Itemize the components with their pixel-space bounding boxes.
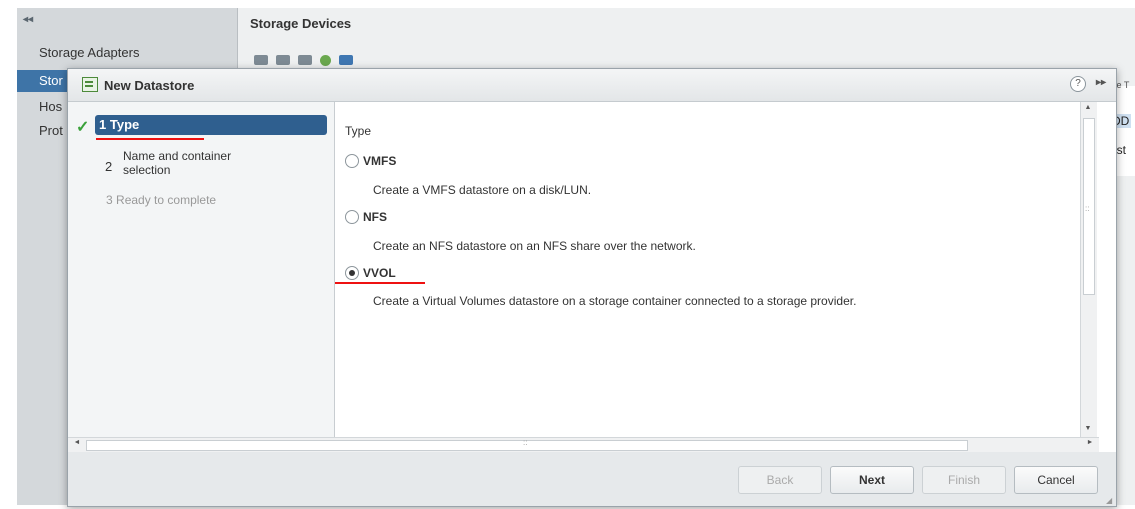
radio-vvol[interactable] bbox=[345, 266, 359, 280]
radio-vmfs[interactable] bbox=[345, 154, 359, 168]
option-description: Create a Virtual Volumes datastore on a … bbox=[373, 294, 857, 308]
wizard-steps-panel: ✓ 1 Type 2 Name and container selection … bbox=[68, 102, 335, 437]
step-label-line: selection bbox=[123, 163, 171, 177]
step-ready-to-complete: 3 Ready to complete bbox=[106, 193, 216, 207]
dialog-titlebar[interactable]: New Datastore ? ▸▸ bbox=[68, 69, 1116, 102]
dialog-title: New Datastore bbox=[104, 78, 195, 93]
radio-nfs[interactable] bbox=[345, 210, 359, 224]
step-type[interactable]: 1 Type bbox=[95, 115, 327, 135]
dialog-footer: Back Next Finish Cancel ◢ bbox=[68, 452, 1116, 506]
toolbar-icon[interactable] bbox=[339, 55, 353, 65]
option-label[interactable]: VMFS bbox=[363, 154, 396, 168]
finish-button[interactable]: Finish bbox=[922, 466, 1006, 494]
toolbar bbox=[254, 53, 353, 67]
help-icon[interactable]: ? bbox=[1070, 76, 1086, 92]
step-label: Ready to complete bbox=[116, 193, 217, 207]
panel-title: Storage Devices bbox=[250, 16, 352, 31]
annotation-underline bbox=[335, 282, 425, 284]
expand-icon[interactable]: ▸▸ bbox=[1096, 77, 1106, 88]
toolbar-icon[interactable] bbox=[298, 55, 312, 65]
option-description: Create an NFS datastore on an NFS share … bbox=[373, 239, 696, 253]
option-vvol[interactable]: VVOL bbox=[345, 266, 396, 280]
step-label: Name and container selection bbox=[123, 149, 231, 177]
new-datastore-dialog: New Datastore ? ▸▸ ✓ 1 Type 2 Name and c… bbox=[67, 68, 1117, 507]
step-number: 1 bbox=[99, 117, 107, 132]
datastore-icon bbox=[82, 77, 98, 92]
vertical-scrollbar[interactable]: ▲ :: ▼ bbox=[1080, 102, 1097, 437]
option-label[interactable]: VVOL bbox=[363, 266, 396, 280]
grip-icon: :: bbox=[523, 438, 528, 447]
annotation-underline bbox=[96, 138, 204, 140]
next-button[interactable]: Next bbox=[830, 466, 914, 494]
step-label-line: Name and container bbox=[123, 149, 232, 163]
wizard-content-panel: Type VMFS Create a VMFS datastore on a d… bbox=[335, 102, 1097, 437]
option-vmfs[interactable]: VMFS bbox=[345, 154, 396, 168]
resize-grip-icon[interactable]: ◢ bbox=[1106, 496, 1114, 505]
option-description: Create a VMFS datastore on a disk/LUN. bbox=[373, 183, 592, 197]
nav-item-storage-adapters[interactable]: Storage Adapters bbox=[17, 42, 237, 64]
refresh-icon[interactable] bbox=[320, 54, 331, 66]
grip-icon: :: bbox=[1085, 204, 1090, 213]
cancel-button[interactable]: Cancel bbox=[1014, 466, 1098, 494]
section-heading: Type bbox=[345, 124, 372, 138]
scroll-down-icon[interactable]: ▼ bbox=[1083, 425, 1093, 435]
step-number: 2 bbox=[105, 159, 113, 174]
horizontal-scrollbar[interactable]: ◄ :: ► bbox=[68, 437, 1099, 453]
option-nfs[interactable]: NFS bbox=[345, 210, 387, 224]
step-label: Type bbox=[109, 117, 140, 132]
toolbar-icon[interactable] bbox=[276, 55, 290, 65]
scroll-up-icon[interactable]: ▲ bbox=[1083, 104, 1093, 114]
toolbar-icon[interactable] bbox=[254, 55, 268, 65]
step-number: 3 bbox=[106, 193, 113, 207]
option-label[interactable]: NFS bbox=[363, 210, 387, 224]
back-button[interactable]: Back bbox=[738, 466, 822, 494]
collapse-navigator-icon[interactable]: ◂◂ bbox=[23, 14, 33, 25]
scroll-left-icon[interactable]: ◄ bbox=[72, 439, 82, 449]
scroll-right-icon[interactable]: ► bbox=[1085, 439, 1095, 449]
check-icon: ✓ bbox=[76, 119, 90, 136]
